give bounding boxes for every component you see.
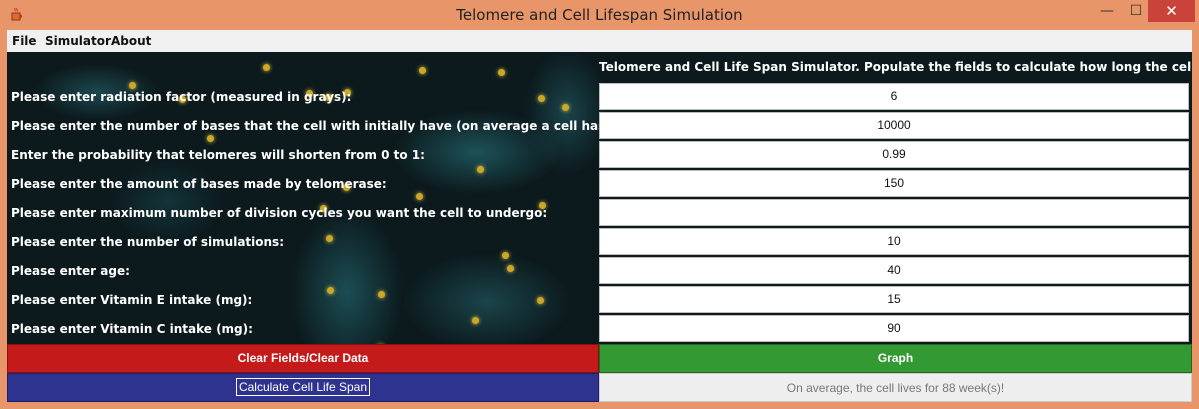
cell-dot — [326, 235, 333, 242]
cell-dot — [416, 193, 423, 200]
telomerase-bases-input[interactable]: 150 — [599, 170, 1189, 197]
graph-button[interactable]: Graph — [599, 344, 1192, 373]
cell-dot — [537, 297, 544, 304]
menu-file[interactable]: File — [12, 34, 37, 48]
simulator-header: Telomere and Cell Life Span Simulator. P… — [599, 60, 1192, 74]
result-text: On average, the cell lives for 88 week(s… — [599, 373, 1192, 402]
cell-dot — [207, 135, 214, 142]
cell-dot — [538, 95, 545, 102]
cell-dot — [378, 291, 385, 298]
age-input[interactable]: 40 — [599, 257, 1189, 284]
clear-fields-button[interactable]: Clear Fields/Clear Data — [7, 344, 599, 373]
window-title: Telomere and Cell Lifespan Simulation — [456, 6, 743, 24]
calculate-life-span-button[interactable]: Calculate Cell Life Span — [7, 373, 599, 402]
label-vitamin-e: Please enter Vitamin E intake (mg): — [11, 293, 253, 307]
label-simulations: Please enter the number of simulations: — [11, 235, 284, 249]
maximize-icon[interactable]: ☐ — [1124, 0, 1148, 22]
title-bar[interactable]: Telomere and Cell Lifespan Simulation — … — [0, 0, 1199, 30]
main-panel: Telomere and Cell Life Span Simulator. P… — [7, 52, 1192, 402]
menu-bar: File Simulator About — [7, 30, 1192, 52]
radiation-input[interactable]: 6 — [599, 83, 1189, 110]
label-radiation: Please enter radiation factor (measured … — [11, 90, 352, 104]
label-shorten-probability: Enter the probability that telomeres wil… — [11, 148, 425, 162]
label-max-division-cycles: Please enter maximum number of division … — [11, 206, 548, 220]
shorten-probability-input[interactable]: 0.99 — [599, 141, 1189, 168]
cell-dot — [498, 69, 505, 76]
cell-dot — [472, 317, 479, 324]
cell-dot — [327, 287, 334, 294]
close-icon[interactable]: ✕ — [1148, 0, 1195, 22]
calculate-button-label: Calculate Cell Life Span — [235, 378, 371, 396]
cell-dot — [502, 252, 509, 259]
vitamin-c-input[interactable]: 90 — [599, 315, 1189, 342]
cell-dot — [477, 166, 484, 173]
label-telomerase-bases: Please enter the amount of bases made by… — [11, 177, 387, 191]
cell-dot — [507, 265, 514, 272]
cell-dot — [129, 82, 136, 89]
vitamin-e-input[interactable]: 15 — [599, 286, 1189, 313]
simulations-input[interactable]: 10 — [599, 228, 1189, 255]
label-vitamin-c: Please enter Vitamin C intake (mg): — [11, 322, 253, 336]
cell-dot — [562, 104, 569, 111]
initial-bases-input[interactable]: 10000 — [599, 112, 1189, 139]
label-age: Please enter age: — [11, 264, 130, 278]
minimize-icon[interactable]: — — [1090, 0, 1124, 22]
cell-dot — [263, 64, 270, 71]
app-window: Telomere and Cell Lifespan Simulation — … — [0, 0, 1199, 409]
menu-about[interactable]: About — [111, 34, 151, 48]
max-division-cycles-input[interactable] — [599, 199, 1189, 226]
menu-simulator[interactable]: Simulator — [45, 34, 111, 48]
cell-dot — [419, 67, 426, 74]
